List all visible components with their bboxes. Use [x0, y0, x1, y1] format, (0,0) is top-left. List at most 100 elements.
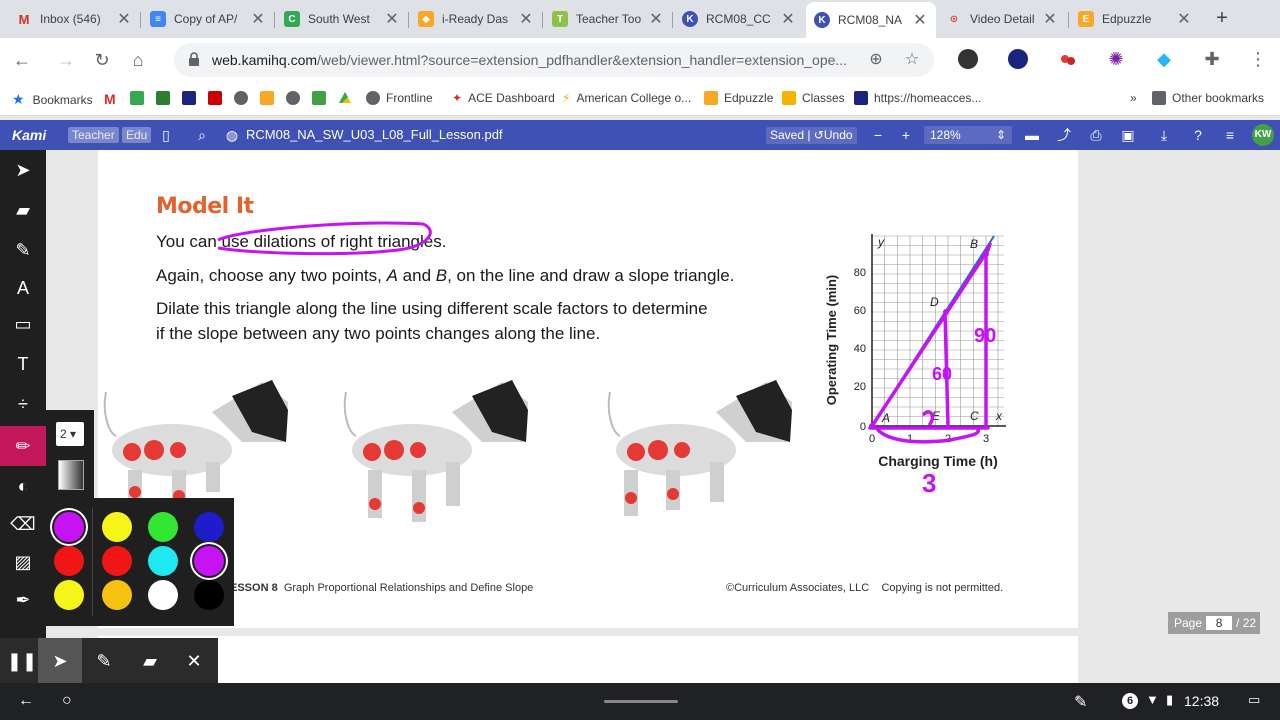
close-icon[interactable]: ✕ [1176, 9, 1192, 29]
bookmark-drive[interactable] [338, 91, 358, 105]
equation-tool-icon[interactable]: ÷ [0, 384, 46, 424]
close-icon[interactable]: ✕ [648, 9, 664, 29]
tab-edpuzzle[interactable]: E Edpuzzle ✕ [1070, 4, 1200, 34]
bookmark-classes[interactable]: Classes [782, 91, 845, 105]
comment-tool-icon[interactable]: ▭ [0, 304, 46, 344]
zoom-out-icon[interactable]: − [870, 127, 886, 143]
saved-undo[interactable]: Saved | ↺Undo [766, 127, 857, 144]
color-swatch[interactable] [194, 546, 224, 576]
opacity-slider[interactable] [58, 460, 84, 490]
bookmark-edpuzzle[interactable]: Edpuzzle [704, 91, 773, 105]
tab-video-detail[interactable]: ⊙ Video Detail ✕ [938, 4, 1066, 34]
close-icon[interactable]: ✕ [912, 10, 928, 30]
reload-icon[interactable]: ↻ [90, 48, 114, 72]
text-highlight-tool-icon[interactable]: ✎ [0, 230, 46, 270]
text-box-tool-icon[interactable]: A [0, 268, 46, 308]
select-tool-icon[interactable]: ➤ [0, 150, 46, 190]
close-icon[interactable]: ✕ [172, 638, 216, 684]
bookmark-hac[interactable]: https://homeacces... [854, 91, 981, 105]
highlighter-icon[interactable]: ▰ [128, 638, 172, 684]
close-icon[interactable]: ✕ [1042, 9, 1058, 29]
clock[interactable]: 12:38 [1184, 693, 1219, 709]
avatar[interactable]: KW [1252, 124, 1274, 146]
menu-dots-icon[interactable]: ⋮ [1248, 49, 1268, 69]
bookmark-icon[interactable] [156, 91, 176, 105]
puzzle-icon[interactable]: ✚ [1202, 49, 1222, 69]
text-tool-icon[interactable]: T [0, 344, 46, 384]
color-swatch[interactable] [102, 580, 132, 610]
help-icon[interactable]: ? [1190, 127, 1206, 143]
close-icon[interactable]: ✕ [250, 9, 266, 29]
forward-icon[interactable]: → [54, 48, 78, 72]
tab-classroom[interactable]: C South West ✕ [276, 4, 408, 34]
menu-icon[interactable]: ≡ [1222, 127, 1238, 143]
more-bookmarks-icon[interactable]: » [1130, 91, 1137, 105]
extension-icon[interactable]: ✺ [1106, 49, 1126, 69]
tab-iready[interactable]: ◆ i-Ready Das ✕ [410, 4, 542, 34]
tab-teacher-tool[interactable]: T Teacher Too ✕ [544, 4, 672, 34]
color-swatch[interactable] [102, 546, 132, 576]
add-icon[interactable]: ⊕ [866, 50, 886, 70]
color-swatch[interactable] [54, 580, 84, 610]
notification-badge[interactable]: 6 [1122, 693, 1138, 709]
size-select[interactable]: 2 ▾ [56, 422, 84, 446]
extension-icon[interactable]: ◆ [1154, 49, 1174, 69]
zoom-in-icon[interactable]: + [898, 127, 914, 143]
bookmark-frontline[interactable]: Frontline [366, 91, 433, 105]
search-icon[interactable]: ⌕ [194, 127, 210, 143]
page-number-input[interactable]: 8 [1206, 616, 1233, 630]
signature-tool-icon[interactable]: ✒ [0, 580, 46, 620]
bookmark-e[interactable] [312, 91, 332, 105]
color-swatch[interactable] [148, 512, 178, 542]
color-swatch[interactable] [102, 512, 132, 542]
highlighter-tool-icon[interactable]: ▰ [0, 190, 46, 230]
download-icon[interactable]: ⤓ [1156, 127, 1172, 143]
extension-icon[interactable] [958, 49, 978, 69]
tab-kami-cc[interactable]: K RCM08_CC ✕ [674, 4, 804, 34]
image-tool-icon[interactable]: ▨ [0, 542, 46, 582]
close-icon[interactable]: ✕ [780, 9, 796, 29]
page-indicator[interactable]: Page 8/ 22 [1168, 612, 1260, 634]
color-swatch[interactable] [148, 546, 178, 576]
tab-kami-na-active[interactable]: K RCM08_NA ✕ [806, 2, 936, 38]
folder-icon[interactable]: ▬ [1024, 127, 1040, 143]
bookmark-classroom[interactable] [130, 91, 150, 105]
share-icon[interactable]: ⤴ [1056, 127, 1072, 143]
sidebar-toggle-icon[interactable]: ▯ [158, 127, 174, 143]
color-swatch[interactable] [194, 512, 224, 542]
close-icon[interactable]: ✕ [116, 9, 132, 29]
bookmark-gmail[interactable]: M [104, 91, 116, 107]
color-swatch[interactable] [54, 512, 84, 542]
bookmark-hac[interactable] [182, 91, 202, 105]
drawing-tool-icon[interactable]: ✏ [0, 426, 46, 466]
tab-docs[interactable]: ≡ Copy of AP/ ✕ [142, 4, 274, 34]
home-icon[interactable]: ⌂ [126, 48, 150, 72]
vertical-scrollbar[interactable] [1274, 150, 1280, 683]
bookmark-cnn[interactable] [208, 91, 228, 105]
stylus-icon[interactable]: ✎ [1074, 692, 1087, 712]
shapes-tool-icon[interactable]: ◐ [0, 466, 46, 506]
bookmark-globe[interactable] [286, 91, 306, 105]
bookmark-bookmarks[interactable]: ★ Bookmarks [12, 91, 93, 108]
back-icon[interactable]: ← [18, 692, 34, 710]
print-icon[interactable]: ⎙ [1088, 127, 1104, 143]
close-icon[interactable]: ✕ [384, 9, 400, 29]
wifi-icon[interactable]: ▼ [1146, 692, 1159, 707]
color-swatch[interactable] [54, 546, 84, 576]
pointer-icon[interactable]: ➤ [38, 638, 82, 684]
tab-inbox[interactable]: M Inbox (546) ✕ [8, 4, 140, 34]
bookmark-globe[interactable] [234, 91, 254, 105]
address-bar[interactable]: web.kamihq.com/web/viewer.html?source=ex… [174, 43, 934, 77]
close-icon[interactable]: ✕ [518, 9, 534, 29]
pen-icon[interactable]: ✎ [82, 638, 126, 684]
bookmark-iready[interactable] [260, 91, 280, 105]
bookmark-ace[interactable]: ✦ ACE Dashboard [452, 91, 555, 105]
launcher-icon[interactable]: ○ [62, 692, 72, 710]
star-icon[interactable]: ☆ [902, 50, 922, 70]
eraser-tool-icon[interactable]: ⌫ [0, 504, 46, 544]
color-swatch[interactable] [194, 580, 224, 610]
bookmark-other[interactable]: Other bookmarks [1152, 91, 1264, 105]
color-swatch[interactable] [148, 580, 178, 610]
bookmark-acl[interactable]: ⚡ American College o... [562, 91, 691, 105]
save-icon[interactable]: ▣ [1120, 127, 1136, 143]
